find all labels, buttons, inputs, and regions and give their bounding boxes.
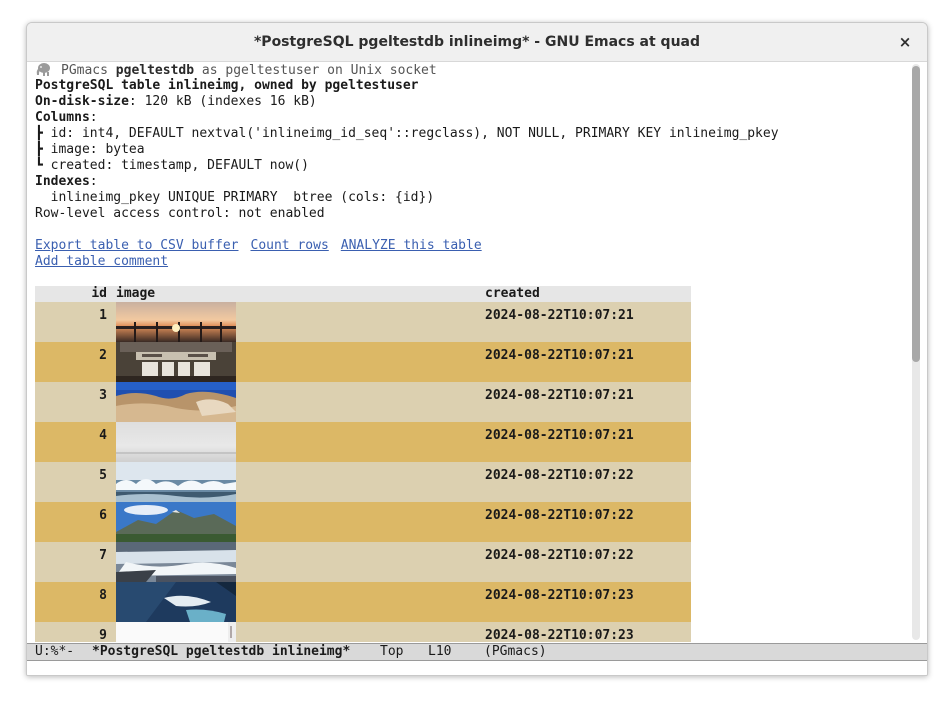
cell-created[interactable]: 2024-08-22T10:07:21 [485,388,634,403]
modeline-buffer-name[interactable]: *PostgreSQL pgeltestdb inlineimg* [92,644,350,660]
cell-id[interactable]: 3 [35,388,107,403]
columns-heading: Columns: [35,110,98,126]
disk-size-value: : 120 kB (indexes 16 kB) [128,94,317,109]
analyze-table-button[interactable]: ANALYZE this table [341,238,482,253]
splashing-waves-thumbnail[interactable] [116,462,236,502]
modeline-status: U:%*- [35,644,75,659]
cell-id[interactable]: 5 [35,468,107,483]
header-line: PGmacs pgeltestdb as pgeltestuser on Uni… [35,62,437,78]
pgmacs-buffer[interactable]: PGmacs pgeltestdb as pgeltestuser on Uni… [35,62,903,642]
table-row[interactable]: 3 2024-08-22T10:07:21 [35,382,691,422]
indexes-label: Indexes [35,174,90,189]
foggy-grey-landscape-thumbnail[interactable] [116,422,236,462]
actions-line: Export table to CSV buffer Count rows ANAL… [35,238,482,254]
cell-created[interactable]: 2024-08-22T10:07:21 [485,428,634,443]
table-row[interactable]: 7 2024-08-22T10:07:22 [35,542,691,582]
header-created[interactable]: created [485,286,540,302]
river-aerial-thumbnail[interactable] [116,582,236,622]
column-created-line: ┗ created: timestamp, DEFAULT now() [35,158,309,173]
cell-id[interactable]: 4 [35,428,107,443]
table-row[interactable]: 1 2024-08-22T10:07:21 [35,302,691,342]
cell-created[interactable]: 2024-08-22T10:07:23 [485,588,634,603]
white-snow-thumbnail[interactable] [116,622,236,642]
cell-created[interactable]: 2024-08-22T10:07:21 [485,348,634,363]
modeline-position: Top [380,644,404,659]
columns-colon: : [89,110,98,125]
cell-id[interactable]: 6 [35,508,107,523]
cell-created[interactable]: 2024-08-22T10:07:23 [485,628,634,642]
header-image[interactable]: image [116,286,155,302]
column-image-line: ┣ image: bytea [35,142,145,157]
add-comment-line: Add table comment [35,254,168,270]
cell-created[interactable]: 2024-08-22T10:07:22 [485,548,634,563]
modeline-mode[interactable]: (PGmacs) [484,644,547,660]
vertical-scrollbar[interactable] [904,62,927,642]
scrollbar-thumb[interactable] [912,66,920,362]
emacs-window: *PostgreSQL pgeltestdb inlineimg* - GNU … [26,22,928,676]
header-database: pgeltestdb [115,63,195,78]
mode-line[interactable]: U:%*- *PostgreSQL pgeltestdb inlineimg* … [27,643,927,661]
table-title: PostgreSQL table inlineimg, owned by pge… [35,78,419,93]
disk-size-line: On-disk-size: 120 kB (indexes 16 kB) [35,94,317,110]
window-title: *PostgreSQL pgeltestdb inlineimg* - GNU … [253,34,701,50]
header-connection: as pgeltestuser on Unix socket [194,63,437,78]
waterfall-thumbnail[interactable] [116,542,236,582]
cell-created[interactable]: 2024-08-22T10:07:22 [485,508,634,523]
cell-created[interactable]: 2024-08-22T10:07:21 [485,308,634,323]
sunset-pier-thumbnail[interactable] [116,302,236,342]
cell-created[interactable]: 2024-08-22T10:07:22 [485,468,634,483]
count-rows-button[interactable]: Count rows [251,238,329,253]
close-icon[interactable]: × [895,32,915,52]
cell-id[interactable]: 7 [35,548,107,563]
cell-id[interactable]: 8 [35,588,107,603]
indexes-colon: : [89,174,98,189]
disk-size-label: On-disk-size [35,94,129,109]
title-bar[interactable]: *PostgreSQL pgeltestdb inlineimg* - GNU … [27,23,927,62]
minibuffer[interactable] [27,661,927,675]
column-id-line: ┣ id: int4, DEFAULT nextval('inlineimg_i… [35,126,779,141]
table-row[interactable]: 2 2024-08-22T10:07:21 [35,342,691,382]
modeline-line-number: L10 [428,644,452,659]
table-row[interactable]: 6 2024-08-22T10:07:22 [35,502,691,542]
mountain-sky-thumbnail[interactable] [116,502,236,542]
export-csv-button[interactable]: Export table to CSV buffer [35,238,239,253]
table-header: id image created [35,286,691,302]
elephant-icon [36,63,50,76]
table-row[interactable]: 5 2024-08-22T10:07:22 [35,462,691,502]
index-line: inlineimg_pkey UNIQUE PRIMARY btree (col… [35,190,435,205]
cell-id[interactable]: 2 [35,348,107,363]
rock-formation-blue-sky-thumbnail[interactable] [116,382,236,422]
indexes-heading: Indexes: [35,174,98,190]
cell-id[interactable]: 9 [35,628,107,642]
rls-line: Row-level access control: not enabled [35,206,325,221]
cell-id[interactable]: 1 [35,308,107,323]
columns-label: Columns [35,110,90,125]
add-comment-button[interactable]: Add table comment [35,254,168,269]
mass-hall-building-thumbnail[interactable] [116,342,236,382]
header-id[interactable]: id [35,286,107,302]
header-prefix: PGmacs [61,63,116,78]
table-row[interactable]: 4 2024-08-22T10:07:21 [35,422,691,462]
table-row[interactable]: 9 2024-08-22T10:07:23 [35,622,691,642]
table-row[interactable]: 8 2024-08-22T10:07:23 [35,582,691,622]
